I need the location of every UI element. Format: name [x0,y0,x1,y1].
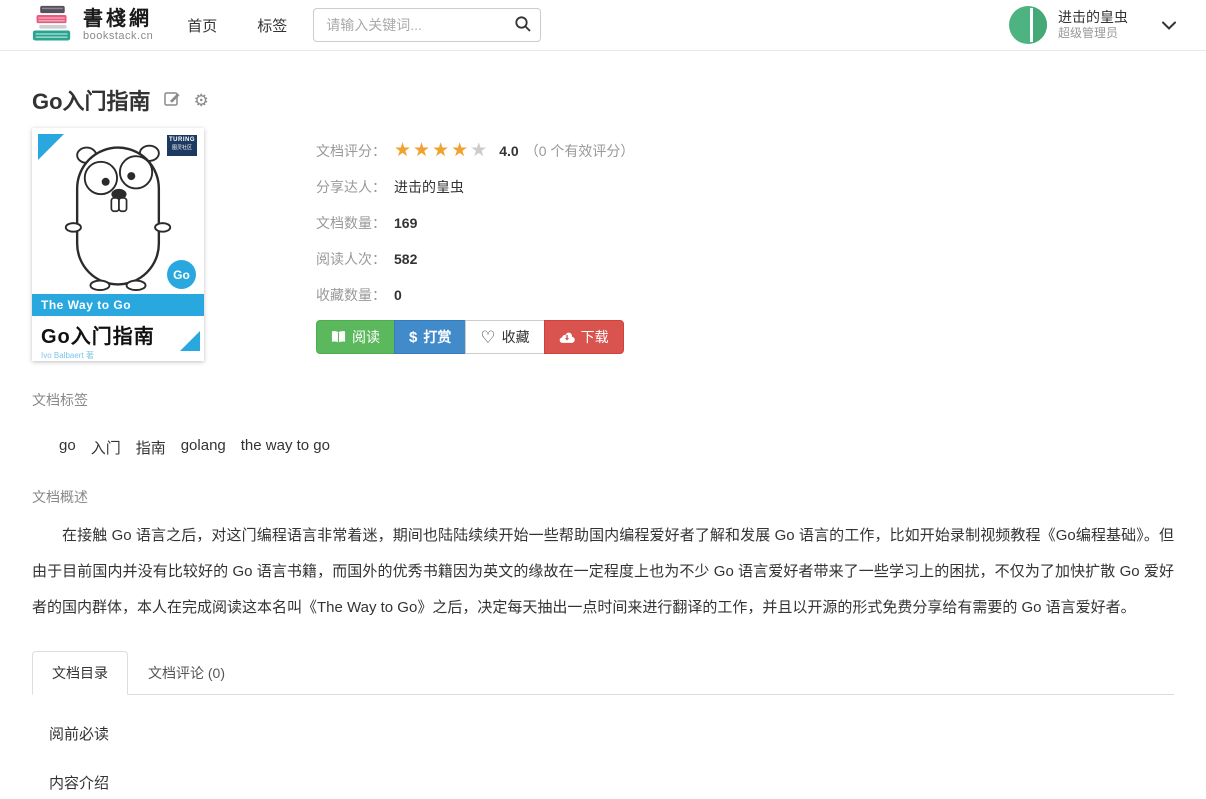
brand-logo[interactable]: 書棧網 bookstack.cn [30,5,153,45]
rating-stars[interactable]: ★★★★★ [394,141,489,160]
fav-count-row: 收藏数量： 0 [316,284,634,305]
gear-icon: ⚙ [194,92,209,109]
toc-item[interactable]: 阅前必读 [49,723,1174,744]
read-count-row: 阅读人次： 582 [316,248,634,269]
read-count-label: 阅读人次： [316,249,386,269]
search-icon [514,21,532,36]
tab[interactable]: 文档评论 (0) [128,651,245,695]
page-title: Go入门指南 [32,84,151,116]
gopher-illustration [58,140,178,297]
cover-series-band: The Way to Go [32,294,204,316]
tags-heading: 文档标签 [32,390,1174,410]
cloud-download-icon [559,331,575,344]
dollar-icon: $ [409,329,417,346]
user-role: 超级管理员 [1058,26,1128,41]
book-icon [331,330,346,344]
overview-heading: 文档概述 [32,487,1174,507]
tab-bar: 文档目录文档评论 (0) [32,651,1174,695]
rating-row: 文档评分： ★★★★★ 4.0 （0 个有效评分） [316,140,634,161]
overview-text: 在接触 Go 语言之后，对这门编程语言非常着迷，期间也陆陆续续开始一些帮助国内编… [32,518,1174,626]
main-content: Go入门指南 ⚙ TURING 图灵社区 [0,84,1206,799]
heart-icon: ♡ [480,329,495,346]
go-logo-circle: Go [167,260,196,289]
tag-item[interactable]: go [59,437,76,458]
sharer-label: 分享达人： [316,177,386,197]
navbar: 書棧網 bookstack.cn 首页 标签 进击的皇虫 超级管理员 [0,0,1206,51]
settings-button[interactable]: ⚙ [194,92,209,109]
nav-link[interactable]: 首页 [187,15,217,36]
fav-count-value: 0 [394,287,402,303]
read-button[interactable]: 阅读 [316,320,395,354]
star-icon[interactable]: ★ [432,141,449,160]
avatar[interactable] [1009,6,1047,44]
nav-links: 首页 标签 [187,15,287,36]
doc-count-row: 文档数量： 169 [316,212,634,233]
star-icon[interactable]: ★ [394,141,411,160]
user-menu[interactable]: 进击的皇虫 超级管理员 [1009,6,1176,44]
search-box [313,8,541,42]
brand-subtitle: bookstack.cn [83,30,153,43]
tab[interactable]: 文档目录 [32,651,128,695]
rating-label: 文档评分： [316,141,386,161]
cover-title: Go入门指南 [41,320,155,349]
star-icon[interactable]: ★ [470,141,487,160]
rating-note: （0 个有效评分） [525,141,635,161]
chevron-down-icon[interactable] [1162,21,1176,30]
tag-item[interactable]: golang [181,437,226,458]
edit-icon [164,90,181,110]
cover-translator: 陈佳玮 译 [41,360,71,361]
bookstack-logo-icon [30,5,74,45]
book-cover[interactable]: TURING 图灵社区 [32,128,204,361]
search-button[interactable] [513,15,533,35]
star-icon[interactable]: ★ [451,141,468,160]
doc-count-value: 169 [394,215,417,231]
favorite-button[interactable]: ♡ 收藏 [465,320,544,354]
read-count-value: 582 [394,251,417,267]
brand-title: 書棧網 [83,7,153,30]
sharer-value: 进击的皇虫 [394,177,464,197]
user-name: 进击的皇虫 [1058,9,1128,27]
download-button[interactable]: 下载 [544,320,624,354]
toc-item[interactable]: 内容介绍 [49,772,1174,793]
edit-button[interactable] [164,90,181,110]
toc-list: 阅前必读内容介绍前言第1章：Go 语言的起源，发展与普及第2章：安装与运行环境 [32,723,1174,799]
nav-link[interactable]: 标签 [257,15,287,36]
doc-count-label: 文档数量： [316,213,386,233]
fav-count-label: 收藏数量： [316,285,386,305]
tags-list: go 入门指南 golang the way to go [59,437,1174,458]
star-icon[interactable]: ★ [413,141,430,160]
tag-item[interactable]: 入门 [91,437,121,458]
rating-value: 4.0 [499,143,518,159]
cover-corner-triangle-bottom [180,331,200,351]
tag-item[interactable]: the way to go [241,437,330,458]
tag-item[interactable]: 指南 [136,437,166,458]
sharer-row: 分享达人： 进击的皇虫 [316,176,634,197]
search-input[interactable] [313,8,541,42]
action-buttons: 阅读 $ 打赏 ♡ 收藏 [316,320,634,354]
book-stats: 文档评分： ★★★★★ 4.0 （0 个有效评分） 分享达人： 进击的皇虫 文档… [316,128,634,361]
tip-button[interactable]: $ 打赏 [394,320,466,354]
